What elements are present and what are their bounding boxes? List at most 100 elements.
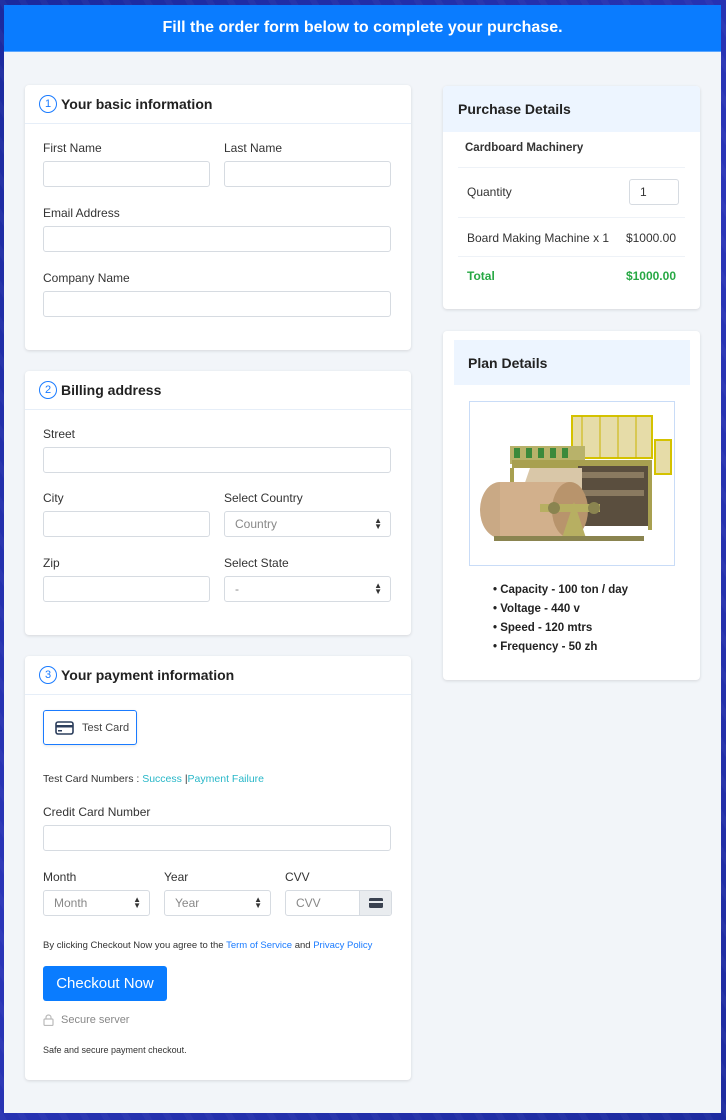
terms-and: and (294, 940, 311, 951)
payment-title: Your payment information (61, 667, 235, 683)
plan-feature: • Voltage - 440 v (493, 603, 580, 615)
step-1-icon: 1 (39, 95, 57, 113)
secure-server-label: Secure server (61, 1014, 130, 1026)
plan-feature: • Capacity - 100 ton / day (493, 584, 629, 596)
page-header: Fill the order form below to complete yo… (4, 5, 721, 52)
quantity-label: Quantity (467, 185, 512, 199)
cvv-input[interactable]: CVV (286, 896, 359, 910)
credit-card-icon (368, 898, 383, 908)
street-input[interactable] (43, 447, 391, 473)
step-3-icon: 3 (39, 666, 57, 684)
payment-heading: 3 Your payment information (25, 656, 411, 695)
state-label: Select State (224, 556, 289, 570)
step-2-icon: 2 (39, 381, 57, 399)
credit-card-icon (55, 720, 74, 735)
plan-feature: • Frequency - 50 zh (493, 641, 598, 653)
quantity-input[interactable]: 1 (629, 179, 679, 205)
terms-of-service-link[interactable]: Term of Service (226, 940, 292, 951)
last-name-label: Last Name (224, 141, 283, 155)
payment-card: 3 Your payment information Test Card Tes… (25, 656, 411, 1080)
total-label: Total (467, 269, 495, 283)
cvv-label: CVV (285, 870, 310, 884)
success-link[interactable]: Success (142, 773, 182, 785)
safe-checkout-note: Safe and secure payment checkout. (43, 1045, 187, 1055)
plan-feature-text: Voltage - 440 v (500, 603, 580, 615)
year-label: Year (164, 870, 189, 884)
email-input[interactable] (43, 226, 391, 252)
billing-heading: 2 Billing address (25, 371, 411, 410)
test-card-numbers-label: Test Card Numbers : (43, 773, 140, 785)
secure-server: Secure server (43, 1014, 129, 1026)
month-select[interactable]: Month ▲ ▼ (43, 890, 150, 916)
privacy-policy-link[interactable]: Privacy Policy (313, 940, 372, 951)
basic-info-title: Your basic information (61, 96, 213, 112)
plan-features-list: • Capacity - 100 ton / day • Voltage - 4… (493, 581, 628, 657)
street-label: Street (43, 427, 76, 441)
zip-label: Zip (43, 556, 60, 570)
line-item-price: $1000.00 (625, 231, 676, 245)
test-card-label: Test Card (82, 721, 130, 734)
first-name-input[interactable] (43, 161, 210, 187)
checkout-button[interactable]: Checkout Now (43, 966, 167, 1001)
plan-feature: • Speed - 120 mtrs (493, 622, 593, 634)
state-select[interactable]: - ▲ ▼ (224, 576, 391, 602)
plan-feature-text: Speed - 120 mtrs (500, 622, 593, 634)
billing-title: Billing address (61, 382, 162, 398)
card-number-label: Credit Card Number (43, 805, 151, 819)
lock-icon (43, 1014, 54, 1026)
select-arrows-icon: ▲ ▼ (254, 895, 262, 910)
purchase-details-heading: Purchase Details (443, 86, 700, 132)
quantity-row: Quantity 1 (458, 179, 685, 205)
line-item-row: Board Making Machine x 1 $1000.00 (458, 229, 685, 247)
plan-feature-text: Capacity - 100 ton / day (500, 584, 629, 596)
billing-card: 2 Billing address Street City Select Cou… (25, 371, 411, 635)
divider (458, 217, 685, 218)
basic-info-card: 1 Your basic information First Name Last… (25, 85, 411, 350)
country-select[interactable]: Country ▲ ▼ (224, 511, 391, 537)
select-arrows-icon: ▲ ▼ (374, 516, 382, 531)
year-value: Year (175, 896, 200, 910)
product-name: Cardboard Machinery (458, 142, 685, 154)
plan-details-card: Plan Details • Capacity - 100 ton / day … (443, 331, 700, 680)
last-name-input[interactable] (224, 161, 391, 187)
plan-details-heading: Plan Details (454, 340, 690, 385)
checkout-button-label: Checkout Now (56, 975, 154, 992)
machine-illustration (480, 415, 672, 541)
state-value: - (235, 582, 239, 596)
plan-details-title: Plan Details (468, 354, 548, 371)
purchase-details-card: Purchase Details Cardboard Machinery Qua… (443, 86, 700, 309)
basic-info-heading: 1 Your basic information (25, 85, 411, 124)
select-arrows-icon: ▲ ▼ (374, 581, 382, 596)
city-input[interactable] (43, 511, 210, 537)
total-value: $1000.00 (625, 269, 676, 283)
city-label: City (43, 491, 64, 505)
test-card-numbers: Test Card Numbers : Success |Payment Fai… (43, 773, 264, 785)
month-label: Month (43, 870, 77, 884)
zip-input[interactable] (43, 576, 210, 602)
terms-notice: By clicking Checkout Now you agree to th… (43, 940, 372, 951)
payment-failure-link[interactable]: Payment Failure (188, 773, 264, 785)
country-value: Country (235, 517, 278, 531)
checkout-page: Fill the order form below to complete yo… (4, 5, 721, 1113)
card-number-input[interactable] (43, 825, 391, 851)
company-input[interactable] (43, 291, 391, 317)
test-card-option[interactable]: Test Card (43, 710, 137, 745)
year-select[interactable]: Year ▲ ▼ (164, 890, 271, 916)
email-label: Email Address (43, 206, 120, 220)
purchase-details-title: Purchase Details (458, 101, 571, 117)
header-title: Fill the order form below to complete yo… (162, 19, 563, 36)
month-value: Month (54, 896, 88, 910)
line-item-label: Board Making Machine x 1 (467, 231, 610, 245)
terms-prefix: By clicking Checkout Now you agree to th… (43, 940, 224, 951)
country-label: Select Country (224, 491, 303, 505)
divider (458, 256, 685, 257)
first-name-label: First Name (43, 141, 102, 155)
select-arrows-icon: ▲ ▼ (133, 895, 141, 910)
total-row: Total $1000.00 (458, 267, 685, 285)
cvv-input-group[interactable]: CVV (285, 890, 392, 916)
cvv-addon (359, 891, 391, 915)
company-label: Company Name (43, 271, 130, 285)
divider (458, 167, 685, 168)
product-name-text: Cardboard Machinery (465, 142, 584, 154)
plan-feature-text: Frequency - 50 zh (500, 641, 598, 653)
